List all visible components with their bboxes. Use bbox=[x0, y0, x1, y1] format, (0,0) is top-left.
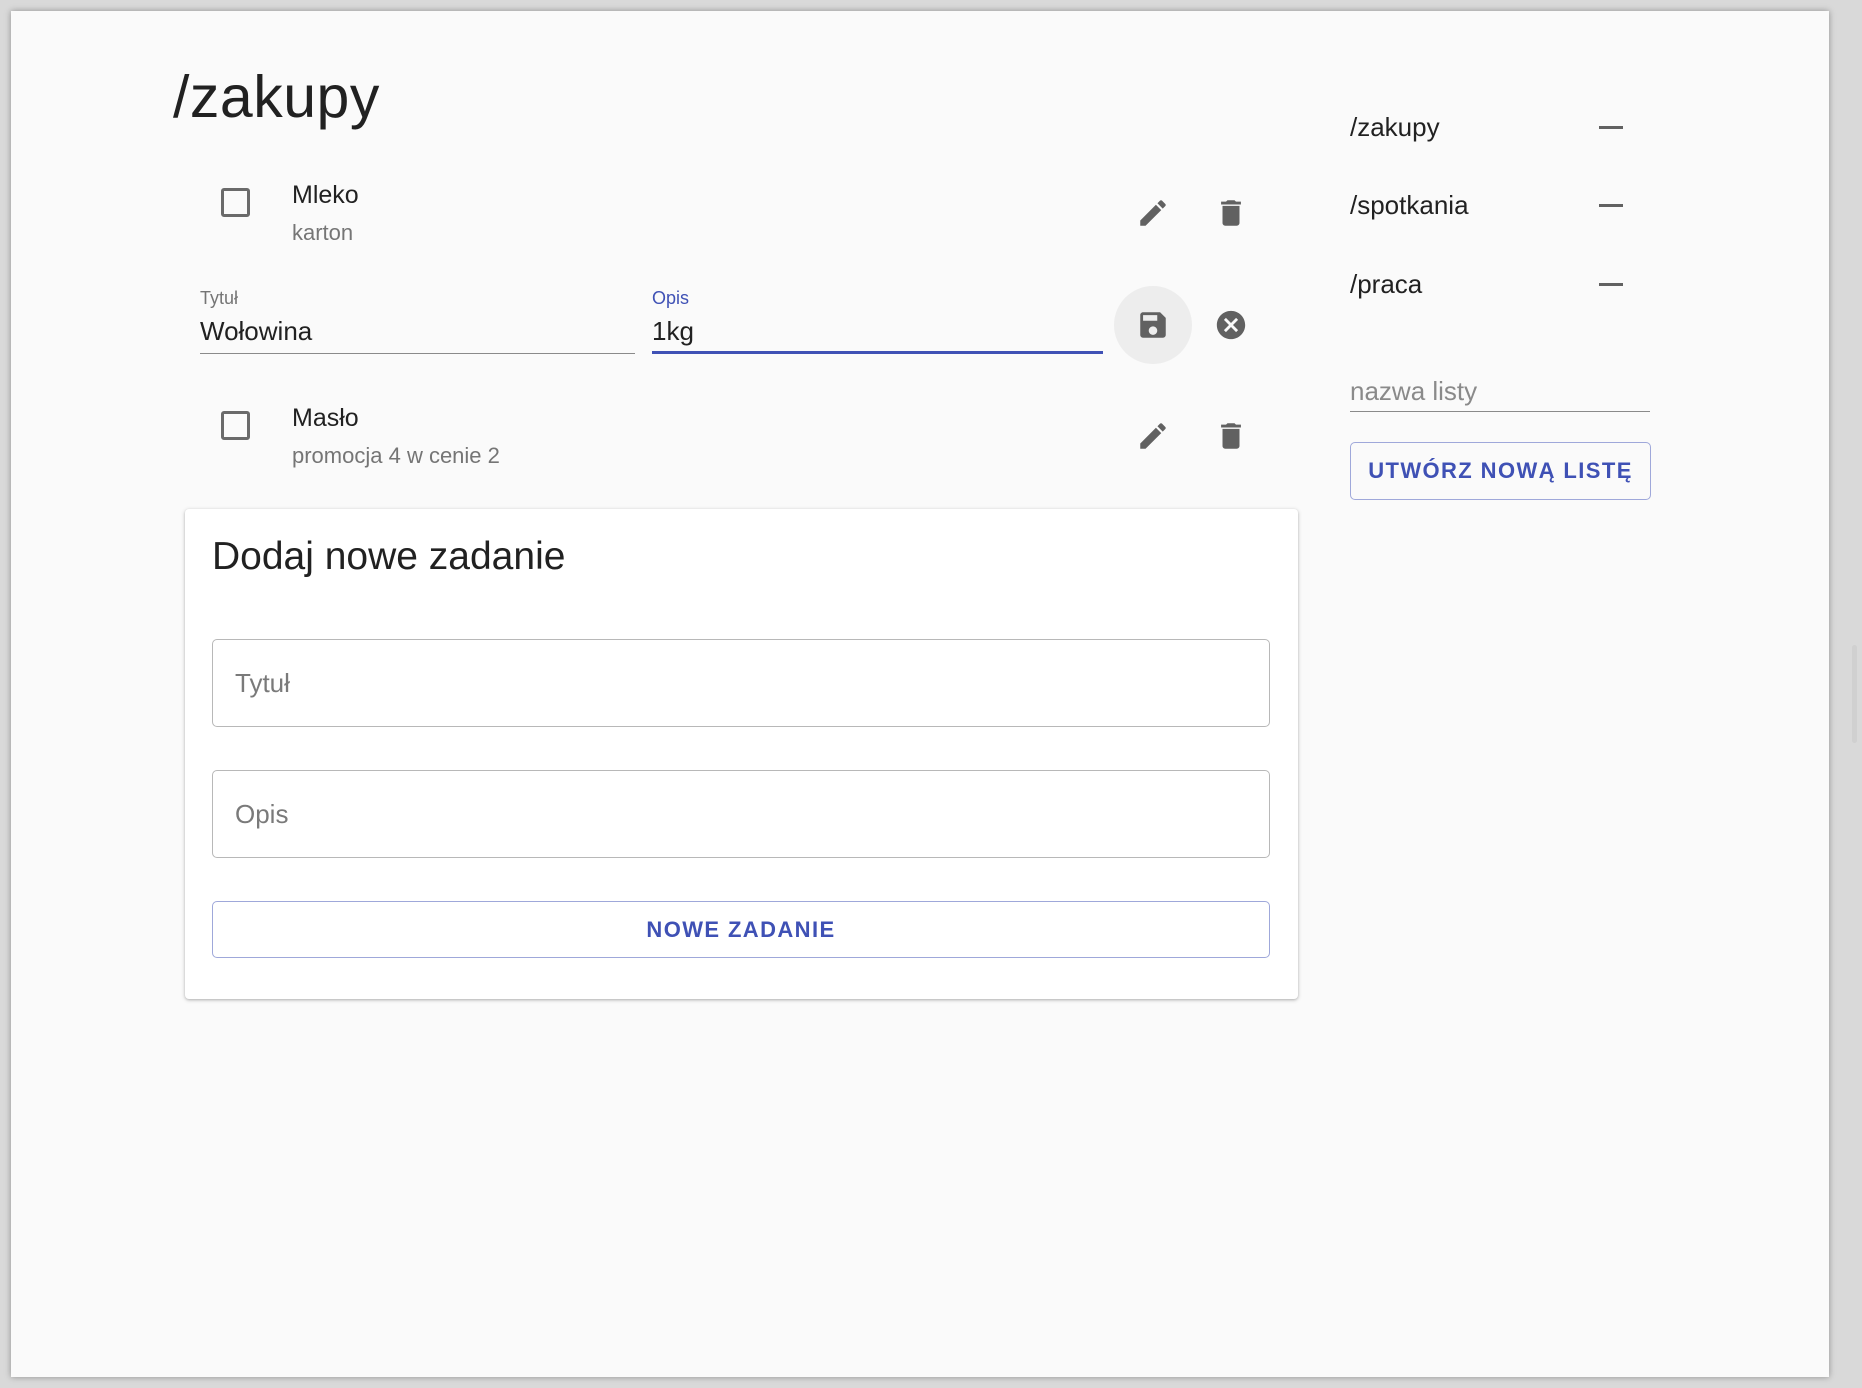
page-title: /zakupy bbox=[173, 64, 380, 130]
save-task-button[interactable] bbox=[1114, 286, 1192, 364]
edit-description-underline bbox=[652, 351, 1103, 354]
minus-icon[interactable] bbox=[1599, 126, 1623, 129]
app-window: /zakupy Mleko karton Tytuł Opis Masło pr… bbox=[11, 11, 1829, 1377]
edit-description-input[interactable] bbox=[652, 313, 1072, 349]
edit-task-button[interactable] bbox=[1125, 185, 1181, 241]
new-task-description-input[interactable] bbox=[212, 770, 1270, 858]
task-description: karton bbox=[292, 220, 354, 245]
sidebar-list-zakupy[interactable]: /zakupy bbox=[1350, 112, 1440, 143]
minus-icon[interactable] bbox=[1599, 204, 1623, 207]
task-title: Masło bbox=[292, 404, 359, 432]
task-description: promocja 4 w cenie 2 bbox=[292, 443, 500, 468]
create-list-button[interactable]: UTWÓRZ NOWĄ LISTĘ bbox=[1350, 442, 1651, 500]
edit-title-label: Tytuł bbox=[200, 288, 239, 308]
new-task-heading: Dodaj nowe zadanie bbox=[212, 535, 566, 578]
sidebar-list-praca[interactable]: /praca bbox=[1350, 269, 1422, 300]
pencil-icon bbox=[1140, 423, 1166, 449]
new-task-title-input[interactable] bbox=[212, 639, 1270, 727]
edit-title-input[interactable] bbox=[200, 313, 620, 349]
delete-task-button[interactable] bbox=[1203, 408, 1259, 464]
scrollbar-thumb[interactable] bbox=[1852, 645, 1857, 743]
edit-title-underline bbox=[200, 353, 635, 354]
minus-icon[interactable] bbox=[1599, 283, 1623, 286]
pencil-icon bbox=[1140, 200, 1166, 226]
task-checkbox[interactable] bbox=[221, 188, 250, 217]
edit-description-label: Opis bbox=[652, 288, 690, 308]
close-circle-icon bbox=[1216, 310, 1246, 340]
new-task-button[interactable]: NOWE ZADANIE bbox=[212, 901, 1270, 958]
floppy-disk-icon bbox=[1140, 312, 1166, 338]
edit-task-button[interactable] bbox=[1125, 408, 1181, 464]
trash-icon bbox=[1221, 423, 1241, 449]
sidebar-list-spotkania[interactable]: /spotkania bbox=[1350, 190, 1469, 221]
delete-task-button[interactable] bbox=[1203, 185, 1259, 241]
new-task-card: Dodaj nowe zadanie NOWE ZADANIE bbox=[185, 509, 1298, 999]
new-list-name-input[interactable] bbox=[1350, 371, 1650, 412]
cancel-edit-button[interactable] bbox=[1203, 297, 1259, 353]
trash-icon bbox=[1221, 200, 1241, 226]
task-checkbox[interactable] bbox=[221, 411, 250, 440]
task-title: Mleko bbox=[292, 181, 359, 209]
